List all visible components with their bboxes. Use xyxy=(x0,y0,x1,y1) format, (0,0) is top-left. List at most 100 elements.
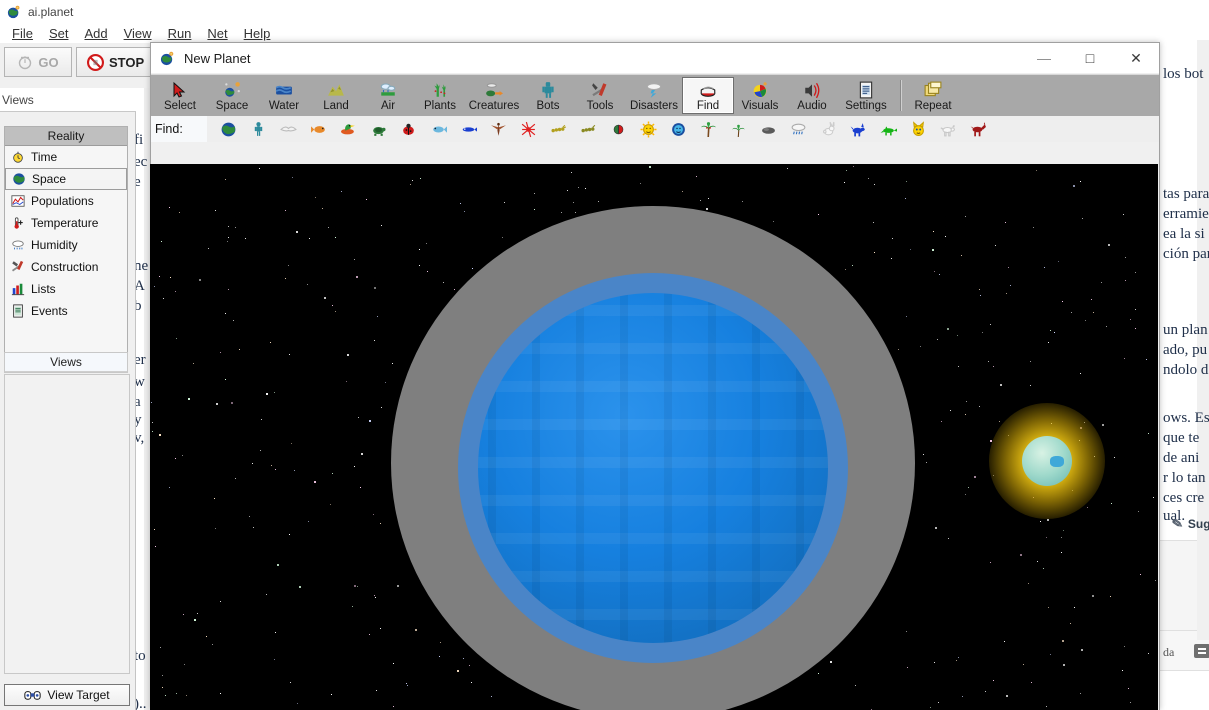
menu-run[interactable]: Run xyxy=(160,25,200,42)
star xyxy=(406,683,407,684)
toolbar-button-plants[interactable]: Plants xyxy=(414,77,466,114)
star xyxy=(294,470,295,471)
go-button[interactable]: GO xyxy=(4,47,72,77)
star xyxy=(152,422,153,423)
star xyxy=(369,420,371,422)
sidebar-item-time[interactable]: Time xyxy=(5,146,127,168)
secondary-star[interactable] xyxy=(1022,436,1072,486)
goat-icon[interactable] xyxy=(933,117,963,141)
star xyxy=(277,564,279,566)
views-list[interactable] xyxy=(4,374,130,674)
horse-icon[interactable] xyxy=(963,117,993,141)
toolbar-button-water[interactable]: Water xyxy=(258,77,310,114)
bird-icon[interactable] xyxy=(483,117,513,141)
view-target-button[interactable]: View Target xyxy=(4,684,130,706)
human-icon[interactable] xyxy=(243,117,273,141)
palm-tree-small-icon[interactable] xyxy=(723,117,753,141)
menu-add[interactable]: Add xyxy=(76,25,115,42)
chat-icon[interactable] xyxy=(1194,644,1209,658)
toolbar-button-tools[interactable]: Tools xyxy=(574,77,626,114)
fish-light-icon[interactable] xyxy=(423,117,453,141)
doc-scrollbar[interactable] xyxy=(1197,40,1209,640)
dog-blue-icon[interactable] xyxy=(843,117,873,141)
star xyxy=(941,421,942,422)
star xyxy=(228,226,229,227)
star xyxy=(1030,361,1031,362)
stop-button[interactable]: STOP xyxy=(76,47,156,77)
sidebar-item-lists[interactable]: Lists xyxy=(5,278,127,300)
app-menubar[interactable]: File Set Add View Run Net Help xyxy=(0,23,1160,43)
planet-longitude-band xyxy=(796,293,804,643)
suggestion-button[interactable]: ✎ Sug xyxy=(1171,515,1209,532)
menu-file[interactable]: File xyxy=(4,25,41,42)
sliver-line: v, xyxy=(136,430,145,446)
sidebar-item-temperature[interactable]: Temperature xyxy=(5,212,127,234)
toolbar-button-space[interactable]: Space xyxy=(206,77,258,114)
space-viewport[interactable] xyxy=(150,164,1158,710)
find-icon-list[interactable] xyxy=(207,117,993,141)
manta-ray-icon[interactable] xyxy=(273,117,303,141)
star xyxy=(1004,641,1005,642)
tools-icon xyxy=(591,80,609,99)
minimize-button[interactable]: — xyxy=(1021,43,1067,73)
toolbar-button-disasters[interactable]: Disasters xyxy=(626,77,682,114)
globe-icon[interactable] xyxy=(213,117,243,141)
toolbar-button-settings[interactable]: Settings xyxy=(838,77,894,114)
toolbar-button-audio[interactable]: Audio xyxy=(786,77,838,114)
reality-list[interactable]: Time Space Populations Temperature Humidity C… xyxy=(5,146,127,322)
menu-view[interactable]: View xyxy=(116,25,160,42)
sidebar-item-populations[interactable]: Populations xyxy=(5,190,127,212)
rain-cloud-icon[interactable] xyxy=(783,117,813,141)
cat-icon[interactable] xyxy=(903,117,933,141)
rock-icon[interactable] xyxy=(753,117,783,141)
star xyxy=(253,527,254,528)
star xyxy=(1040,521,1041,522)
goldfish-icon[interactable] xyxy=(303,117,333,141)
maximize-button[interactable]: □ xyxy=(1067,43,1113,73)
moon-icon[interactable] xyxy=(663,117,693,141)
app-title: ai.planet xyxy=(28,4,74,19)
sun-icon[interactable] xyxy=(633,117,663,141)
star xyxy=(410,184,411,185)
caterpillar-yellow-icon[interactable] xyxy=(543,117,573,141)
menu-help[interactable]: Help xyxy=(236,25,279,42)
toolbar-button-repeat[interactable]: Repeat xyxy=(907,77,959,114)
star xyxy=(393,706,394,707)
star xyxy=(961,255,962,256)
fish-blue-icon[interactable] xyxy=(453,117,483,141)
toolbar-button-land[interactable]: Land xyxy=(310,77,362,114)
sidebar-item-construction[interactable]: Construction xyxy=(5,256,127,278)
dialog-titlebar[interactable]: New Planet — □ ✕ xyxy=(151,43,1159,73)
sidebar-item-space[interactable]: Space xyxy=(5,168,127,190)
main-planet[interactable] xyxy=(478,293,828,643)
star xyxy=(1062,301,1063,302)
star xyxy=(958,366,959,367)
menu-set[interactable]: Set xyxy=(41,25,77,42)
rabbit-icon[interactable] xyxy=(813,117,843,141)
menu-net[interactable]: Net xyxy=(199,25,235,42)
duck-icon[interactable] xyxy=(333,117,363,141)
toolbar-button-visuals[interactable]: Visuals xyxy=(734,77,786,114)
find-bar[interactable]: Find: xyxy=(151,116,1159,142)
toolbar-button-find[interactable]: Find xyxy=(682,77,734,114)
dialog-toolbar[interactable]: Select Space Water Land Air Plants Creatures Bo… xyxy=(151,74,1159,116)
toolbar-button-bots[interactable]: Bots xyxy=(522,77,574,114)
spider-icon[interactable] xyxy=(513,117,543,141)
lizard-icon[interactable] xyxy=(873,117,903,141)
pill-icon[interactable] xyxy=(603,117,633,141)
star xyxy=(393,663,394,664)
caterpillar-olive-icon[interactable] xyxy=(573,117,603,141)
toolbar-button-select[interactable]: Select xyxy=(154,77,206,114)
ladybug-icon[interactable] xyxy=(393,117,423,141)
toolbar-button-creatures[interactable]: Creatures xyxy=(466,77,522,114)
palm-tree-icon[interactable] xyxy=(693,117,723,141)
turtle-icon[interactable] xyxy=(363,117,393,141)
toolbar-button-air[interactable]: Air xyxy=(362,77,414,114)
suggestion-label: Sug xyxy=(1187,517,1209,531)
star xyxy=(956,660,957,661)
close-button[interactable]: ✕ xyxy=(1113,43,1159,73)
sidebar-item-events[interactable]: Events xyxy=(5,300,127,322)
star xyxy=(905,198,906,199)
star xyxy=(923,454,924,455)
sidebar-item-humidity[interactable]: Humidity xyxy=(5,234,127,256)
